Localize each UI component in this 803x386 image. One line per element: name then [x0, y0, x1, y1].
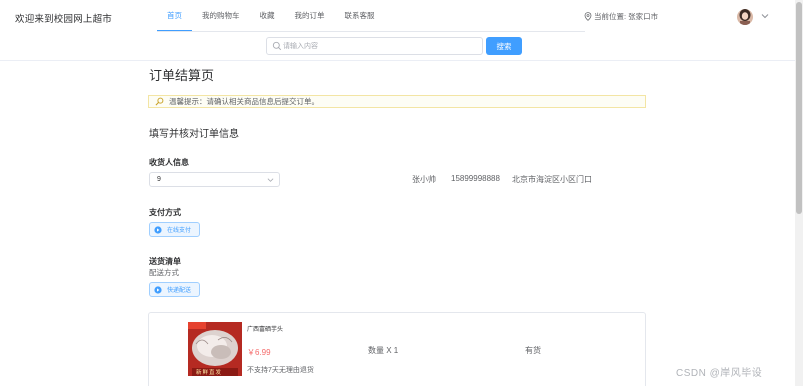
nav-home[interactable]: 首页 — [157, 0, 192, 32]
location-pin-icon — [584, 12, 592, 21]
nav-orders[interactable]: 我的订单 — [285, 0, 335, 32]
express-delivery-button[interactable]: 快递配送 — [149, 282, 200, 297]
product-image[interactable]: 新鲜直发 — [188, 322, 242, 376]
chevron-down-icon — [267, 178, 274, 182]
nav-divider — [157, 31, 585, 32]
main-nav: 首页 我的购物车 收藏 我的订单 联系客服 — [157, 0, 385, 32]
goods-card: 新鲜直发 广西富硒芋头 ￥6.99 不支持7天无理由退货 数量 X 1 有货 — [148, 312, 646, 386]
header-divider — [0, 60, 795, 61]
delivery-method-label: 配送方式 — [149, 268, 179, 277]
image-overlay-text: 新鲜直发 — [196, 370, 223, 376]
search-button[interactable]: 搜索 — [486, 37, 522, 55]
notice-label: 温馨提示： — [169, 97, 207, 106]
goods-stock-status: 有货 — [525, 346, 541, 355]
goods-quantity: 数量 X 1 — [368, 346, 399, 355]
receiver-address: 北京市海淀区小区门口 — [512, 175, 592, 184]
avatar-image — [737, 9, 753, 25]
search-input[interactable] — [283, 38, 479, 54]
page-title: 订单结算页 — [149, 68, 215, 83]
user-avatar[interactable] — [737, 9, 753, 25]
receiver-label: 收货人信息 — [149, 158, 189, 167]
notice-bar: 温馨提示： 请确认相关商品信息后提交订单。 — [148, 95, 646, 108]
notice-text: 请确认相关商品信息后提交订单。 — [206, 97, 320, 106]
scrollbar-thumb[interactable] — [796, 2, 802, 214]
magnifier-icon — [155, 97, 164, 106]
top-header: 欢迎来到校园网上超市 首页 我的购物车 收藏 我的订单 联系客服 当前位置: 张… — [0, 0, 795, 32]
address-select-value: 9 — [157, 176, 161, 183]
search-icon — [272, 41, 282, 51]
current-location: 当前位置: 张家口市 — [584, 11, 658, 22]
radio-selected-icon — [154, 285, 162, 294]
delivery-label: 送货清单 — [149, 257, 181, 266]
section-title: 填写并核对订单信息 — [149, 129, 239, 140]
site-title: 欢迎来到校园网上超市 — [15, 14, 113, 25]
goods-price: ￥6.99 — [247, 348, 271, 357]
nav-cart[interactable]: 我的购物车 — [192, 0, 250, 32]
chevron-down-icon[interactable] — [761, 12, 769, 20]
page-scrollbar[interactable] — [795, 0, 803, 386]
online-pay-button[interactable]: 在线支付 — [149, 222, 200, 237]
receiver-phone: 15899998888 — [451, 174, 500, 183]
goods-name[interactable]: 广西富硒芋头 — [247, 326, 287, 334]
nav-favorites[interactable]: 收藏 — [250, 0, 285, 32]
express-delivery-label: 快递配送 — [167, 288, 192, 294]
address-select[interactable]: 9 — [149, 172, 280, 187]
location-text: 当前位置: 张家口市 — [594, 12, 659, 21]
radio-selected-icon — [154, 225, 162, 234]
csdn-watermark: CSDN @岸风毕设 — [676, 368, 763, 379]
search-box[interactable] — [266, 37, 483, 55]
receiver-name: 张小帅 — [412, 175, 436, 184]
goods-return-policy: 不支持7天无理由退货 — [247, 367, 314, 374]
online-pay-label: 在线支付 — [167, 228, 192, 234]
payment-label: 支付方式 — [149, 208, 181, 217]
nav-support[interactable]: 联系客服 — [335, 0, 385, 32]
